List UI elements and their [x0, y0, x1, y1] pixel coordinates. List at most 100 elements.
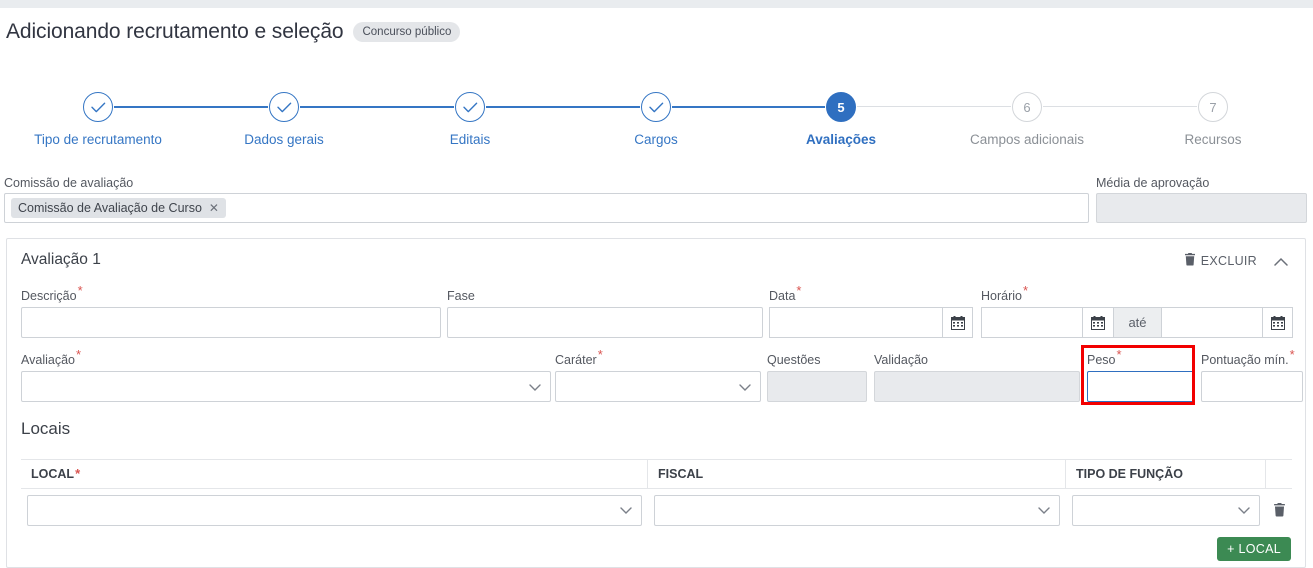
stepper-step-label: Tipo de recrutamento [34, 132, 162, 147]
stepper-step-number: 5 [826, 92, 856, 122]
field-validacao: Validação [874, 353, 1080, 402]
calendar-icon[interactable] [1082, 307, 1113, 338]
cell-fiscal [648, 489, 1066, 531]
trash-icon [1184, 253, 1196, 269]
media-aprovacao-input[interactable] [1096, 193, 1307, 223]
check-icon [83, 92, 113, 122]
comissao-chip-label: Comissão de Avaliação de Curso [18, 201, 202, 215]
check-icon [641, 92, 671, 122]
stepper-step-7[interactable]: 7 Recursos [1123, 92, 1303, 147]
close-icon[interactable]: ✕ [209, 201, 219, 215]
calendar-icon[interactable] [1262, 307, 1293, 338]
chevron-down-icon [1238, 501, 1250, 519]
field-descricao: Descrição* [21, 282, 441, 338]
stepper-step-4[interactable]: Cargos [566, 92, 746, 147]
stepper-step-label: Recursos [1184, 132, 1242, 147]
stepper-step-2[interactable]: Dados gerais [194, 92, 374, 147]
field-data: Data* [769, 282, 973, 338]
stepper-step-label: Editais [449, 132, 491, 147]
page-title: Adicionando recrutamento e seleção [6, 20, 344, 43]
fase-label: Fase [447, 289, 475, 303]
descricao-label: Descrição* [21, 282, 83, 303]
horario-label: Horário* [981, 282, 1029, 303]
field-carater: Caráter* [555, 346, 761, 402]
horario-start-input[interactable] [981, 307, 1082, 338]
status-badge: Concurso público [353, 22, 461, 42]
calendar-icon[interactable] [942, 307, 973, 338]
stepper-step-number: 7 [1198, 92, 1228, 122]
locais-table-header: LOCAL * FISCAL TIPO DE FUNÇÃO [21, 459, 1292, 489]
validacao-input[interactable] [874, 371, 1080, 402]
descricao-input[interactable] [21, 307, 441, 338]
avaliacao-card: Avaliação 1 EXCLUIR Descrição* Fase Data… [6, 238, 1306, 568]
stepper-connector [114, 106, 268, 108]
pontuacao-minima-input[interactable] [1201, 371, 1303, 402]
stepper-step-label: Avaliações [805, 132, 877, 147]
required-marker: * [1289, 346, 1295, 362]
avaliacao-card-title: Avaliação 1 [21, 251, 101, 268]
required-marker: * [75, 346, 82, 362]
add-local-button[interactable]: + LOCAL [1217, 537, 1291, 561]
chevron-down-icon [620, 501, 632, 519]
chevron-up-icon[interactable] [1271, 251, 1291, 271]
stepper-connector [300, 106, 454, 108]
top-bar-strip [0, 0, 1313, 8]
column-header-tipo-funcao: TIPO DE FUNÇÃO [1066, 460, 1266, 488]
pontuacao-minima-label: Pontuação mín.* [1201, 346, 1295, 367]
data-input[interactable] [769, 307, 942, 338]
horario-end-input[interactable] [1161, 307, 1262, 338]
carater-select[interactable] [555, 371, 761, 402]
required-marker: * [77, 282, 83, 298]
chevron-down-icon [739, 378, 751, 396]
column-header-fiscal: FISCAL [648, 460, 1066, 488]
stepper-connector [486, 106, 640, 108]
tipo-funcao-select[interactable] [1072, 494, 1260, 526]
stepper-connector [672, 106, 825, 108]
cell-local [21, 489, 648, 531]
fase-input[interactable] [447, 307, 763, 338]
comissao-label: Comissão de avaliação [4, 176, 134, 190]
column-header-actions [1266, 460, 1292, 488]
field-avaliacao: Avaliação* [21, 346, 551, 402]
delete-avaliacao-button[interactable]: EXCLUIR [1184, 253, 1257, 269]
fiscal-select[interactable] [654, 494, 1060, 526]
delete-local-button[interactable] [1272, 503, 1286, 517]
field-horario: Horário* até [981, 282, 1293, 338]
validacao-label: Validação [874, 353, 928, 367]
check-icon [455, 92, 485, 122]
page-title-row: Adicionando recrutamento e seleção Concu… [6, 20, 461, 44]
wizard-stepper: Tipo de recrutamento Dados gerais Editais C… [0, 92, 1313, 152]
media-aprovacao-label: Média de aprovação [1096, 176, 1210, 190]
field-questoes: Questões [767, 353, 867, 402]
local-select[interactable] [27, 494, 642, 526]
data-label: Data* [769, 282, 802, 303]
stepper-step-number: 6 [1012, 92, 1042, 122]
comissao-multiselect[interactable]: Comissão de Avaliação de Curso ✕ [4, 193, 1089, 223]
questoes-label: Questões [767, 353, 821, 367]
field-pontuacao-minima: Pontuação mín.* [1201, 346, 1303, 402]
column-header-local: LOCAL * [21, 460, 648, 488]
stepper-step-label: Campos adicionais [969, 132, 1085, 147]
cell-actions [1266, 489, 1292, 531]
stepper-step-1[interactable]: Tipo de recrutamento [8, 92, 188, 147]
peso-input[interactable] [1087, 371, 1195, 402]
peso-label: Peso* [1087, 346, 1122, 367]
stepper-step-label: Dados gerais [244, 132, 324, 147]
stepper-step-label: Cargos [634, 132, 678, 147]
avaliacao-label: Avaliação* [21, 346, 82, 367]
field-fase: Fase [447, 289, 763, 338]
questoes-input[interactable] [767, 371, 867, 402]
required-marker: * [796, 282, 802, 298]
locais-table: LOCAL * FISCAL TIPO DE FUNÇÃO [21, 459, 1292, 531]
cell-tipo-funcao [1066, 489, 1266, 531]
check-icon [269, 92, 299, 122]
horario-separator: até [1113, 307, 1161, 338]
stepper-step-3[interactable]: Editais [380, 92, 560, 147]
carater-label: Caráter* [555, 346, 603, 367]
required-marker: * [1023, 282, 1029, 298]
avaliacao-select[interactable] [21, 371, 551, 402]
table-row [21, 489, 1292, 531]
stepper-step-6[interactable]: 6 Campos adicionais [937, 92, 1117, 147]
comissao-chip: Comissão de Avaliação de Curso ✕ [11, 198, 226, 218]
stepper-step-5[interactable]: 5 Avaliações [751, 92, 931, 147]
